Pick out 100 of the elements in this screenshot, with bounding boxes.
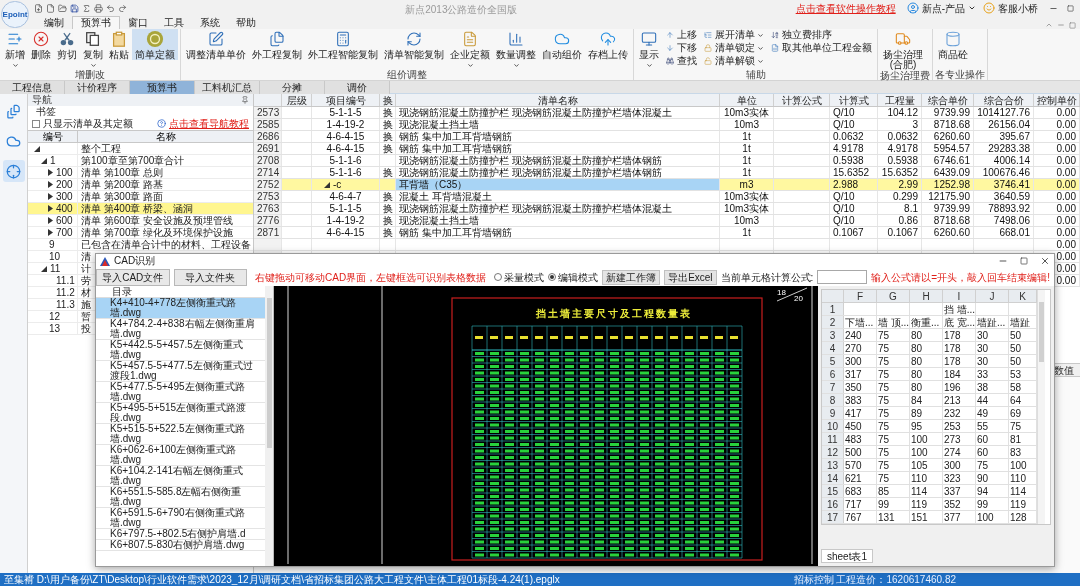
file-item[interactable]: K4+410-4+778左侧衡重式路墙.dwg — [96, 298, 265, 319]
file-item[interactable]: K5+495-5+515左侧衡重式路渡段.dwg — [96, 403, 265, 424]
help-link[interactable]: 点击查看软件操作教程 — [795, 0, 896, 16]
ribbon-button[interactable]: 复制 — [80, 29, 106, 69]
formula-field[interactable] — [817, 270, 868, 284]
table-row[interactable]: 2691 4-6-4-15 换 钢筋 集中加工耳背墙钢筋 1t 4.9178 4.9178 5954.57 29283.38 0.00 — [254, 143, 1080, 155]
collapse-arrow-icon[interactable] — [324, 181, 330, 188]
checkbox[interactable] — [32, 119, 40, 128]
file-item[interactable]: K6+797.5-+802.5右侧护肩墙.d — [96, 529, 265, 540]
tree-row[interactable]: 100 清单 第100章 总则 — [28, 167, 253, 179]
service-link[interactable]: 客服小桥 — [998, 0, 1038, 16]
ribbon-button[interactable]: 粘贴 — [106, 29, 132, 60]
ribbon-button[interactable]: 简单定额 — [132, 29, 178, 60]
ribbon-button[interactable]: 调整清单单价 — [183, 29, 249, 60]
ribbon-button[interactable]: 上移 — [665, 29, 697, 41]
expand-arrow-icon[interactable] — [48, 217, 53, 224]
ribbon-button[interactable]: 新增 — [2, 29, 28, 69]
collapse-icon[interactable] — [1045, 21, 1053, 29]
ribbon-button[interactable]: 扬尘治理(合肥) — [880, 29, 926, 70]
tree-row[interactable]: 600 清单 第600章 安全设施及预埋管线 — [28, 215, 253, 227]
export-button[interactable]: 导出Excel — [664, 269, 717, 285]
table-row[interactable]: 2871 4-6-4-15 换 钢筋 集中加工耳背墙钢筋 1t 0.1067 0.1067 6260.60 668.01 0.00 — [254, 227, 1080, 239]
ribbon-button[interactable]: 清单锁定 — [703, 42, 764, 54]
table-row[interactable]: 2708 5-1-1-6 现浇钢筋混凝土防撞护栏 现浇钢筋混凝土防撞护栏墙体钢筋 1t 0.5938 0.5938 6746.61 4006.14 0.00 — [254, 155, 1080, 167]
ribbon-button[interactable]: 查找 — [665, 55, 697, 67]
tree-row[interactable]: 700 清单 第700章 绿化及环境保护设施 — [28, 227, 253, 239]
ribbon-button[interactable]: 外工程复制 — [249, 29, 305, 60]
table-row[interactable]: 2763 5-1-1-5 换 现浇钢筋混凝土防撞护栏 现浇钢筋混凝土防撞护栏墙体混凝土 10m3实体 Q/10 8.1 9739.99 78893.92 0.00 — [254, 203, 1080, 215]
ribbon-button[interactable]: 商品砼 — [935, 29, 971, 60]
file-icon[interactable] — [46, 3, 55, 13]
scrollbar[interactable] — [1037, 290, 1045, 524]
menu-tab[interactable]: 工具 — [156, 16, 192, 29]
file-item[interactable]: K5+457.5-5+477.5左侧衡重式过渡段1.dwg — [96, 361, 265, 382]
menu-tab[interactable]: 窗口 — [120, 16, 156, 29]
scrollbar[interactable] — [265, 286, 273, 566]
help-link[interactable]: 点击查看导航教程 — [169, 117, 249, 130]
tree-row[interactable]: 400 清单 第400章 桥梁、涵洞 — [28, 203, 253, 215]
ribbon-button[interactable]: 存档上传 — [585, 29, 631, 60]
undo-icon[interactable] — [106, 3, 115, 13]
redo-icon[interactable] — [118, 3, 127, 13]
save-icon[interactable] — [70, 3, 79, 13]
ribbon-button[interactable]: 展开清单 — [703, 29, 764, 41]
import-cad-button[interactable]: 导入CAD文件 — [96, 268, 170, 286]
view-tab[interactable]: 工程信息 — [0, 81, 65, 94]
ribbon-button[interactable]: 数量调整 — [493, 29, 539, 69]
collapse-arrow-icon[interactable] — [34, 145, 40, 152]
radio-button[interactable] — [494, 273, 503, 281]
restore-icon[interactable] — [1069, 22, 1076, 29]
ribbon-button[interactable]: 取其他单位工程金额 — [770, 42, 872, 54]
expand-arrow-icon[interactable] — [48, 205, 53, 212]
close-icon[interactable] — [1040, 256, 1050, 266]
file-item[interactable]: K6+062-6+100左侧衡重式路墙.dwg — [96, 445, 265, 466]
view-tab[interactable]: 计价程序 — [65, 81, 130, 94]
folder-icon[interactable] — [58, 3, 67, 13]
sheet-tab[interactable]: sheet表1 — [821, 549, 874, 563]
expand-arrow-icon[interactable] — [48, 181, 53, 188]
file-item[interactable]: K5+442.5-5+457.5左侧衡重式墙.dwg — [96, 340, 265, 361]
tree-row[interactable]: 1 第100章至第700章合计 — [28, 155, 253, 167]
file-item[interactable]: K5+477.5-5+495左侧衡重式路墙.dwg — [96, 382, 265, 403]
file-item[interactable]: K6+591.5-6+790右侧衡重式路墙.dwg — [96, 508, 265, 529]
user-name[interactable]: 新点-产品 — [921, 0, 965, 16]
table-row[interactable]: 2585 1-4-19-2 换 现浇混凝土挡土墙 10m3 Q/10 3 8718.68 26156.04 0.00 — [254, 119, 1080, 131]
table-row[interactable]: 0.00 — [254, 239, 1080, 251]
table-row[interactable]: 2686 4-6-4-15 换 钢筋 集中加工耳背墙钢筋 1t 0.0632 0.0632 6260.60 395.67 0.00 — [254, 131, 1080, 143]
restore-icon[interactable] — [1067, 4, 1074, 12]
import-folder-button[interactable]: 导入文件夹 — [173, 268, 247, 286]
pin-icon[interactable] — [241, 96, 249, 104]
menu-tab[interactable]: 系统 — [192, 16, 228, 29]
file-item[interactable]: K4+784.2-4+838右幅左侧衡重肩墙.dwg — [96, 319, 265, 340]
ribbon-button[interactable]: 删除 — [28, 29, 54, 60]
radio-button[interactable] — [548, 273, 557, 281]
ribbon-button[interactable]: 外工程智能复制 — [305, 29, 381, 60]
menu-tab[interactable]: 帮助 — [228, 16, 264, 29]
ribbon-button[interactable]: 显示 — [636, 29, 662, 69]
maximize-icon[interactable] — [1020, 257, 1028, 265]
collapse-arrow-icon[interactable] — [41, 265, 47, 272]
menu-tab[interactable]: 编制 — [36, 16, 72, 29]
table-row[interactable]: 2573 5-1-1-5 换 现浇钢筋混凝土防撞护栏 现浇钢筋混凝土防撞护栏墙体混凝土 10m3实体 Q/10 104.12 9739.99 1014127.76 0.00 — [254, 107, 1080, 119]
view-tab[interactable]: 预算书 — [130, 81, 195, 94]
expand-arrow-icon[interactable] — [48, 193, 53, 200]
ribbon-button[interactable]: 自动组价 — [539, 29, 585, 60]
tree-row[interactable]: 9 已包含在清单合计中的材料、工程设备 — [28, 239, 253, 251]
sidebar-button[interactable] — [2, 160, 25, 182]
file-item[interactable]: K6+104.2-141右幅左侧衡重式墙.dwg — [96, 466, 265, 487]
collapse-arrow-icon[interactable] — [41, 157, 47, 164]
ribbon-button[interactable]: 独立费排序 — [770, 29, 872, 41]
print-icon[interactable] — [94, 3, 103, 13]
tree-row[interactable]: 200 清单 第200章 路基 — [28, 179, 253, 191]
ribbon-button[interactable]: 下移 — [665, 42, 697, 54]
new-file-icon[interactable] — [34, 3, 43, 13]
table-row[interactable]: 2776 1-4-19-2 换 现浇混凝土挡土墙 10m3 Q/10 0.86 8718.68 7498.06 0.00 — [254, 215, 1080, 227]
file-item[interactable]: K6+807.5-830右侧护肩墙.dwg — [96, 540, 265, 551]
new-workbook-button[interactable]: 新建工作簿 — [602, 269, 661, 285]
view-tab[interactable]: 调价 — [325, 81, 390, 94]
table-row[interactable]: 2752 -c 耳背墙（C35） m3 2.988 2.99 1252.98 3746.41 0.00 — [254, 179, 1080, 191]
sigma-icon[interactable] — [82, 3, 91, 13]
file-item[interactable]: K6+551.5-585.8左幅右侧衡重墙.dwg — [96, 487, 265, 508]
tree-row[interactable]: 整个工程 — [28, 143, 253, 155]
caret-icon[interactable] — [968, 4, 976, 12]
ribbon-button[interactable]: 剪切 — [54, 29, 80, 60]
